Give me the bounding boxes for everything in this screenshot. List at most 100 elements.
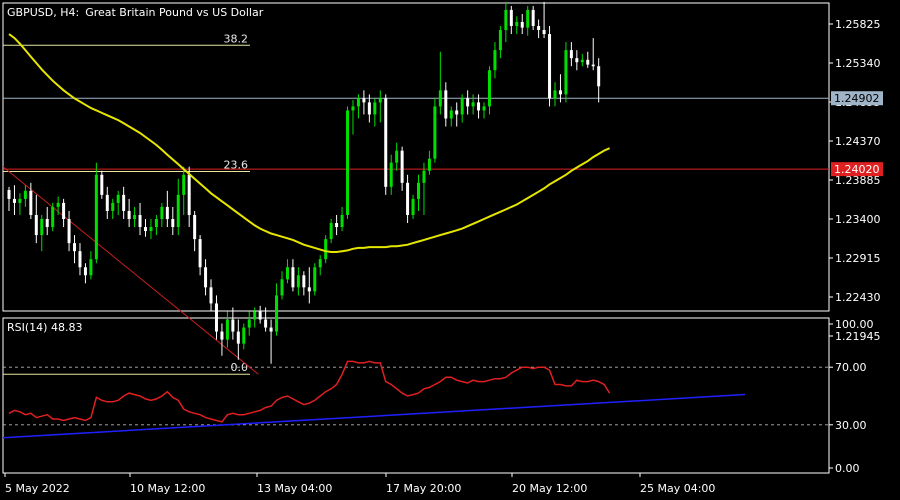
candle-body <box>220 331 224 340</box>
candle <box>597 58 601 103</box>
candle-body <box>504 9 508 31</box>
candle <box>340 206 344 232</box>
candle-body <box>384 98 388 187</box>
candle <box>280 271 284 300</box>
candle-body <box>144 227 147 232</box>
candle <box>73 235 77 264</box>
candle <box>395 142 399 171</box>
candle <box>209 279 213 312</box>
candle-body <box>149 227 153 232</box>
candle-body <box>520 21 524 28</box>
candle-body <box>7 190 11 199</box>
price-axis-label: 1.23400 <box>835 213 881 226</box>
candle <box>318 255 322 276</box>
candle <box>116 190 120 215</box>
candle-body <box>466 98 470 107</box>
candle <box>498 26 502 59</box>
candle-body <box>40 219 44 236</box>
candle-body <box>302 275 306 288</box>
candle <box>575 50 579 71</box>
candle-body <box>395 150 399 163</box>
candle-body <box>78 251 82 268</box>
candle <box>324 235 328 264</box>
candle <box>586 51 590 68</box>
candle <box>291 259 295 292</box>
candle-body <box>406 182 410 215</box>
candle-body <box>18 198 22 203</box>
candle <box>127 198 131 228</box>
candle <box>422 162 426 215</box>
candle <box>433 98 437 163</box>
candle <box>493 42 497 79</box>
trading-chart[interactable]: GBPUSD, H4: Great Britain Pound vs US Dol… <box>0 0 900 500</box>
candle <box>313 263 317 296</box>
candle <box>362 90 366 115</box>
rsi-axis-label: 70.00 <box>835 361 867 374</box>
candle-body <box>296 275 300 288</box>
candle-body <box>417 182 420 199</box>
candle <box>346 106 350 219</box>
current-price-tag-label: 1.24902 <box>834 92 880 105</box>
time-axis-label: 20 May 12:00 <box>512 482 587 495</box>
candle <box>504 1 508 43</box>
candle-body <box>498 30 502 51</box>
time-axis-label: 5 May 2022 <box>5 482 70 495</box>
price-axis-label: 1.25825 <box>835 18 881 31</box>
candle <box>406 174 410 224</box>
candle-body <box>389 162 393 187</box>
candle <box>45 206 49 236</box>
candle-body <box>537 26 541 31</box>
candle-body <box>351 106 355 111</box>
candle <box>389 154 393 195</box>
candle <box>373 98 377 127</box>
time-axis-label: 17 May 20:00 <box>386 482 461 495</box>
candle-body <box>597 66 601 87</box>
candle <box>23 185 27 207</box>
candle <box>526 5 530 36</box>
candle-body <box>324 239 328 260</box>
candle <box>94 162 98 264</box>
candle-body <box>34 214 38 236</box>
candle-body <box>411 198 415 215</box>
candle <box>509 5 513 35</box>
candle-body <box>373 102 377 115</box>
candle-body <box>23 190 27 199</box>
candle <box>144 219 147 237</box>
price-axis-label: 1.24370 <box>835 135 881 148</box>
candle-body <box>187 174 191 215</box>
candle-body <box>204 267 208 288</box>
candle <box>67 210 71 252</box>
candle <box>34 194 38 244</box>
candle <box>89 251 93 280</box>
candle-body <box>67 219 71 244</box>
candle <box>258 305 262 324</box>
candle <box>149 219 153 240</box>
candle-body <box>482 106 486 111</box>
candle-body <box>575 58 579 63</box>
candle-body <box>171 219 175 228</box>
candle-body <box>291 267 295 288</box>
candle <box>171 206 175 236</box>
candle-body <box>356 98 360 107</box>
candle-body <box>193 214 197 240</box>
candle-body <box>253 311 257 320</box>
candle-body <box>564 50 568 95</box>
candle-body <box>509 9 513 27</box>
candle <box>482 102 486 119</box>
candle-body <box>258 311 262 320</box>
candle-body <box>455 110 459 115</box>
candle <box>471 94 475 115</box>
candle-body <box>362 98 366 103</box>
candle <box>198 235 202 276</box>
candle-body <box>127 210 131 219</box>
candle <box>78 243 82 276</box>
candle <box>335 214 339 236</box>
candle-body <box>247 319 251 328</box>
candle-body <box>105 194 109 211</box>
candle <box>165 190 169 228</box>
price-axis-label: 1.22915 <box>835 252 881 265</box>
candle <box>83 263 87 284</box>
candle <box>204 259 208 296</box>
rsi-axis-label: 30.00 <box>835 419 867 432</box>
candle-body <box>176 194 180 228</box>
